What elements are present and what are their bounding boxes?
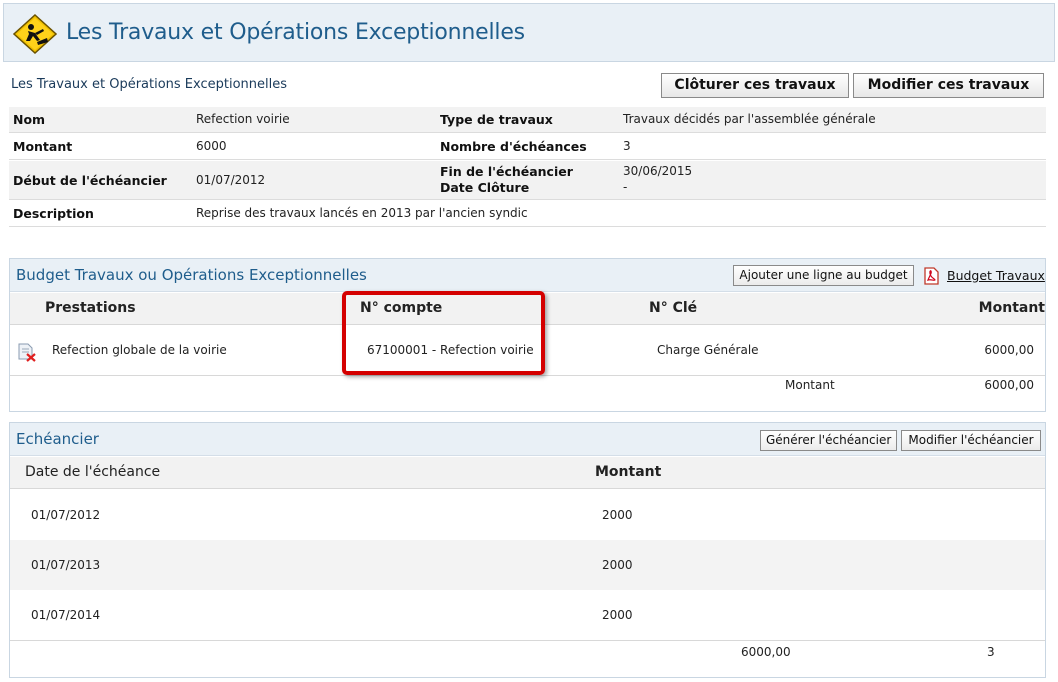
fin-value: 30/06/2015	[623, 164, 693, 178]
echeance-date: 01/07/2014	[31, 608, 101, 622]
echeancier-panel-header: Echéancier Générer l'échéancier Modifier…	[10, 423, 1045, 456]
page-title: Les Travaux et Opérations Exceptionnelle…	[66, 20, 525, 45]
edit-works-button[interactable]: Modifier ces travaux	[853, 73, 1044, 98]
delete-line-icon[interactable]	[17, 342, 37, 362]
col-date: Date de l'échéance	[25, 464, 161, 480]
nb-echeances-value: 3	[623, 139, 631, 153]
details-row-montant: Montant 6000 Nombre d'échéances 3	[9, 134, 1046, 160]
cloture-label: Date Clôture	[440, 180, 530, 195]
col-prestations: Prestations	[45, 300, 136, 316]
echeance-date: 01/07/2012	[31, 508, 101, 522]
table-row: 01/07/2014 2000	[10, 590, 1045, 641]
col-cle: N° Clé	[649, 300, 698, 316]
montant-value: 6000	[196, 139, 227, 153]
add-budget-line-button[interactable]: Ajouter une ligne au budget	[733, 265, 914, 286]
close-works-button[interactable]: Clôturer ces travaux	[661, 73, 849, 98]
budget-total-value: 6000,00	[984, 378, 1034, 392]
budget-panel-header: Budget Travaux ou Opérations Exceptionne…	[10, 259, 1045, 292]
details-section-title: Les Travaux et Opérations Exceptionnelle…	[11, 77, 288, 92]
page-header: Les Travaux et Opérations Exceptionnelle…	[3, 3, 1055, 62]
echeancier-title: Echéancier	[16, 430, 99, 448]
cle-value: Charge Générale	[657, 343, 759, 357]
col-montant-echeance: Montant	[595, 464, 662, 480]
nb-echeances-label: Nombre d'échéances	[440, 139, 587, 154]
montant-label: Montant	[13, 139, 73, 154]
debut-label: Début de l'échéancier	[13, 173, 167, 188]
echeance-montant: 2000	[602, 608, 633, 622]
budget-total-label: Montant	[785, 378, 835, 392]
echeancier-column-header: Date de l'échéance Montant	[10, 457, 1045, 489]
debut-value: 01/07/2012	[196, 173, 266, 187]
nom-value: Refection voirie	[196, 112, 290, 126]
echeancier-panel: Echéancier Générer l'échéancier Modifier…	[9, 422, 1046, 678]
type-value: Travaux décidés par l'assemblée générale	[623, 112, 876, 126]
echeancier-total-amount: 6000,00	[741, 645, 791, 659]
details-row-nom: Nom Refection voirie Type de travaux Tra…	[9, 107, 1046, 133]
echeance-montant: 2000	[602, 558, 633, 572]
table-row: 01/07/2012 2000	[10, 490, 1045, 540]
pdf-icon[interactable]	[922, 267, 940, 285]
generate-schedule-button[interactable]: Générer l'échéancier	[760, 430, 897, 451]
type-label: Type de travaux	[440, 112, 553, 127]
construction-worker-icon	[13, 14, 57, 54]
montant-value: 6000,00	[984, 343, 1034, 357]
budget-title: Budget Travaux ou Opérations Exceptionne…	[16, 266, 367, 284]
col-montant: Montant	[978, 300, 1045, 316]
table-row: 01/07/2013 2000	[10, 540, 1045, 590]
details-row-echeancier: Début de l'échéancier 01/07/2012 Fin de …	[9, 161, 1046, 200]
description-value: Reprise des travaux lancés en 2013 par l…	[196, 206, 528, 220]
cloture-value: -	[623, 180, 628, 194]
echeance-date: 01/07/2013	[31, 558, 101, 572]
prestation-value: Refection globale de la voirie	[52, 343, 227, 357]
echeance-montant: 2000	[602, 508, 633, 522]
modify-schedule-button[interactable]: Modifier l'échéancier	[901, 430, 1041, 451]
fin-label: Fin de l'échéancier	[440, 164, 573, 179]
budget-pdf-link[interactable]: Budget Travaux	[947, 268, 1045, 283]
highlight-annotation	[342, 291, 545, 375]
nom-label: Nom	[13, 112, 46, 127]
echeancier-total-count: 3	[987, 645, 995, 659]
description-label: Description	[13, 206, 94, 221]
details-row-description: Description Reprise des travaux lancés e…	[9, 201, 1046, 227]
